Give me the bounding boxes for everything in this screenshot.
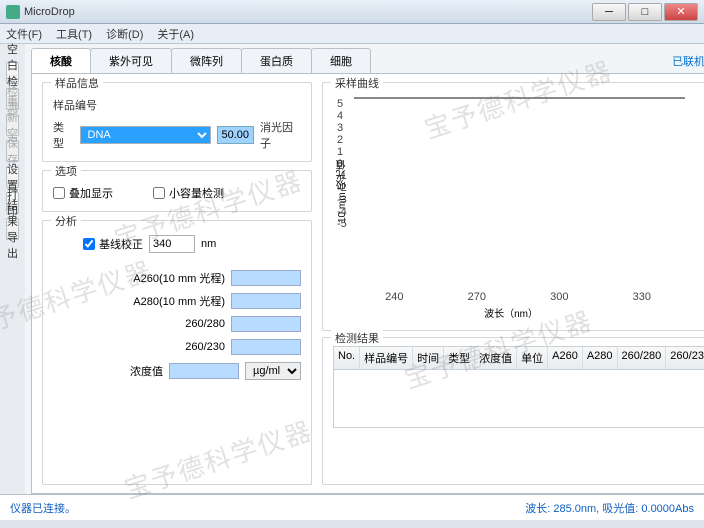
conc-value (169, 363, 239, 379)
conc-label: 浓度值 (53, 363, 163, 379)
tab-microarray[interactable]: 微阵列 (171, 48, 242, 73)
app-icon (6, 5, 20, 19)
baseline-input[interactable] (149, 235, 195, 253)
x-axis-label: 波长（nm） (333, 305, 689, 320)
tab-nucleic[interactable]: 核酸 (31, 48, 91, 73)
tab-uvvis[interactable]: 紫外可见 (90, 48, 172, 73)
sample-id-label: 样品编号 (53, 97, 97, 113)
tab-protein[interactable]: 蛋白质 (241, 48, 312, 73)
type-label: 类型 (53, 119, 74, 151)
menu-diag[interactable]: 诊断(D) (106, 26, 143, 42)
r260-280-label: 260/280 (115, 318, 225, 330)
results-legend: 检测结果 (331, 330, 383, 346)
r260-280-value (231, 316, 301, 332)
export-button[interactable]: 结果导出 (6, 218, 19, 240)
nm-label: nm (201, 238, 216, 250)
sidebar: 空白检测 检测 重新空白 保存 设置 打印 结果导出 (0, 44, 25, 494)
tab-cell[interactable]: 细胞 (311, 48, 371, 73)
options-group: 选项 叠加显示 小容量检测 (42, 170, 312, 212)
results-table-body[interactable] (333, 370, 704, 428)
settings-button[interactable]: 设置 (6, 166, 19, 188)
results-table-header: No.样品编号时间类型浓度值单位A260A280260/280260/230消光 (333, 346, 704, 370)
chart-group: 采样曲线 隐藏标签 10 mm 吸光值 543210-1-2-3-4-5 (322, 82, 704, 331)
save-button[interactable]: 保存 (6, 140, 19, 162)
results-group: 检测结果 No.样品编号时间类型浓度值单位A260A280260/280260/… (322, 337, 704, 485)
status-right: 波长: 285.0nm, 吸光值: 0.0000Abs (525, 500, 694, 516)
menu-about[interactable]: 关于(A) (157, 26, 194, 42)
connection-status: 已联机 (672, 53, 704, 69)
lowvol-checkbox[interactable]: 小容量检测 (153, 185, 224, 201)
a260-label: A260(10 mm 光程) (115, 270, 225, 286)
factor-label: 消光因子 (260, 119, 301, 151)
window-title: MicroDrop (24, 6, 592, 18)
menu-file[interactable]: 文件(F) (6, 26, 42, 42)
unit-select[interactable]: µg/ml (245, 362, 301, 380)
r260-230-label: 260/230 (115, 341, 225, 353)
reblank-button[interactable]: 重新空白 (6, 114, 19, 136)
overlay-checkbox[interactable]: 叠加显示 (53, 185, 113, 201)
status-bar: 仪器已连接。 波长: 285.0nm, 吸光值: 0.0000Abs (0, 494, 704, 520)
sample-legend: 样品信息 (51, 75, 103, 91)
factor-value: 50.00 (217, 126, 254, 144)
analysis-group: 分析 基线校正 nm A260(10 mm 光程) A280(10 mm 光程)… (42, 220, 312, 485)
a280-value (231, 293, 301, 309)
options-legend: 选项 (51, 163, 81, 179)
r260-230-value (231, 339, 301, 355)
analysis-legend: 分析 (51, 213, 81, 229)
a280-label: A280(10 mm 光程) (115, 293, 225, 309)
a260-value (231, 270, 301, 286)
x-ticks: 240270300330 (353, 291, 683, 303)
sample-info-group: 样品信息 样品编号 类型 DNA 50.00 消光因子 (42, 82, 312, 162)
baseline-checkbox[interactable]: 基线校正 (83, 236, 143, 252)
plot-area[interactable]: 543210-1-2-3-4-5 (354, 97, 685, 99)
menu-bar: 文件(F) 工具(T) 诊断(D) 关于(A) (0, 24, 704, 44)
close-button[interactable]: ✕ (664, 3, 698, 21)
type-select[interactable]: DNA (80, 126, 211, 144)
maximize-button[interactable]: □ (628, 3, 662, 21)
chart-legend: 采样曲线 (331, 75, 383, 91)
title-bar: MicroDrop ─ □ ✕ (0, 0, 704, 24)
blank-button[interactable]: 空白检测 (6, 62, 19, 84)
minimize-button[interactable]: ─ (592, 3, 626, 21)
menu-tools[interactable]: 工具(T) (56, 26, 92, 42)
status-left: 仪器已连接。 (10, 500, 525, 516)
tab-row: 核酸 紫外可见 微阵列 蛋白质 细胞 已联机 断开 (31, 48, 704, 74)
